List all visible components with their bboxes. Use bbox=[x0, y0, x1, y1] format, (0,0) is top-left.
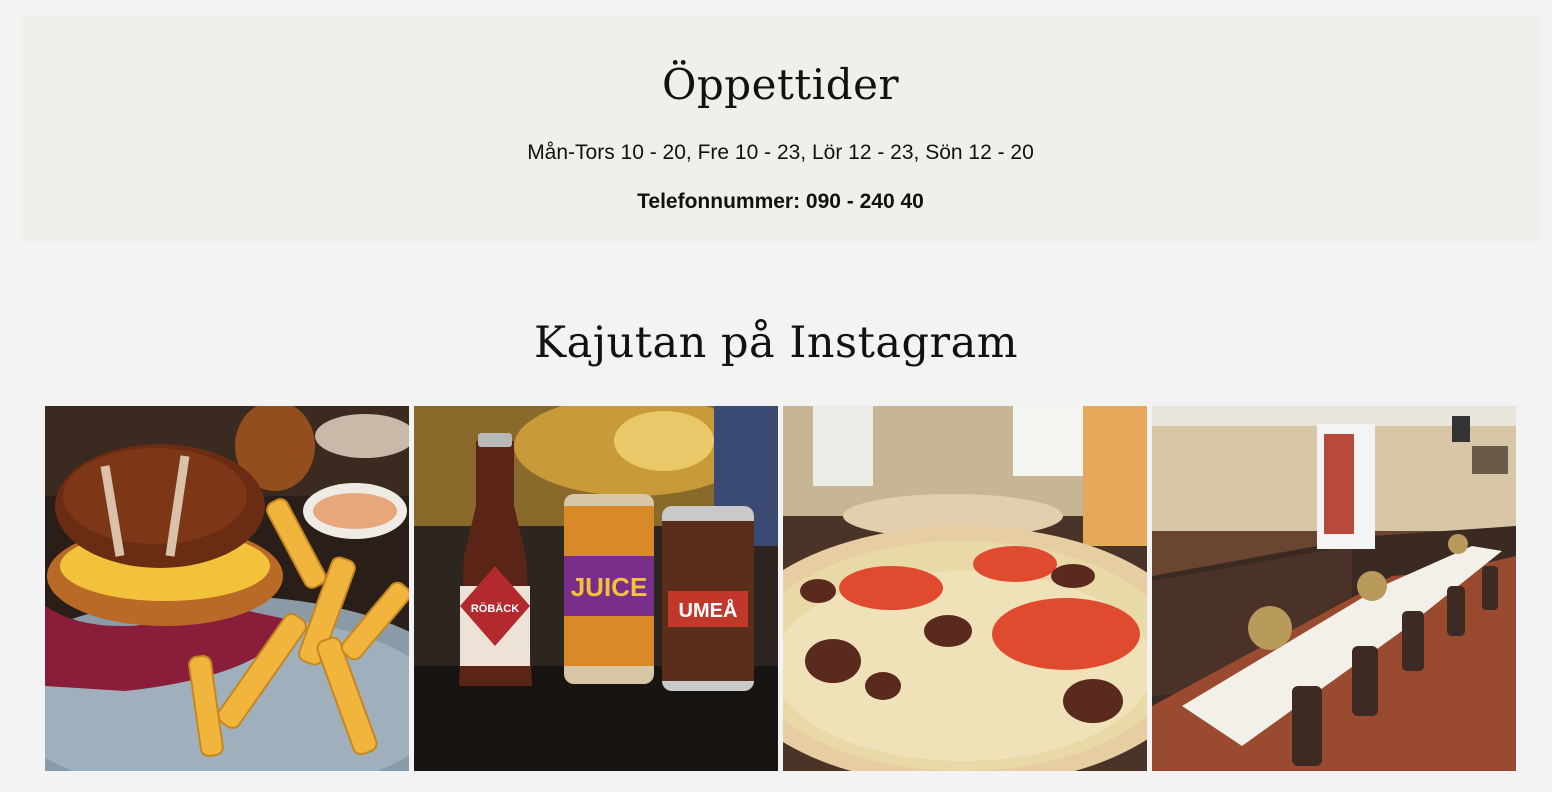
beer-label-juice: JUICE bbox=[571, 572, 648, 602]
pizza-photo bbox=[783, 406, 1147, 771]
phone-number: Telefonnummer: 090 - 240 40 bbox=[637, 190, 924, 213]
beer-label-roback: RÖBÄCK bbox=[471, 602, 519, 615]
beer-label-umea: UMEÅ bbox=[679, 598, 738, 622]
instagram-post-dining-room[interactable] bbox=[1152, 406, 1516, 771]
instagram-post-pizza[interactable] bbox=[783, 406, 1147, 771]
instagram-post-beers[interactable]: RÖBÄCK JUICE UMEÅ bbox=[414, 406, 778, 771]
instagram-post-burger[interactable] bbox=[45, 406, 409, 771]
opening-hours-title: Öppettider bbox=[661, 60, 900, 109]
instagram-gallery: RÖBÄCK JUICE UMEÅ bbox=[45, 406, 1516, 771]
beers-photo: RÖBÄCK JUICE UMEÅ bbox=[414, 406, 778, 771]
opening-hours-section: Öppettider Mån-Tors 10 - 20, Fre 10 - 23… bbox=[21, 16, 1540, 242]
opening-hours-schedule: Mån-Tors 10 - 20, Fre 10 - 23, Lör 12 - … bbox=[527, 141, 1034, 164]
dining-room-photo bbox=[1152, 406, 1516, 771]
burger-photo bbox=[45, 406, 409, 771]
instagram-title: Kajutan på Instagram bbox=[533, 318, 1019, 368]
